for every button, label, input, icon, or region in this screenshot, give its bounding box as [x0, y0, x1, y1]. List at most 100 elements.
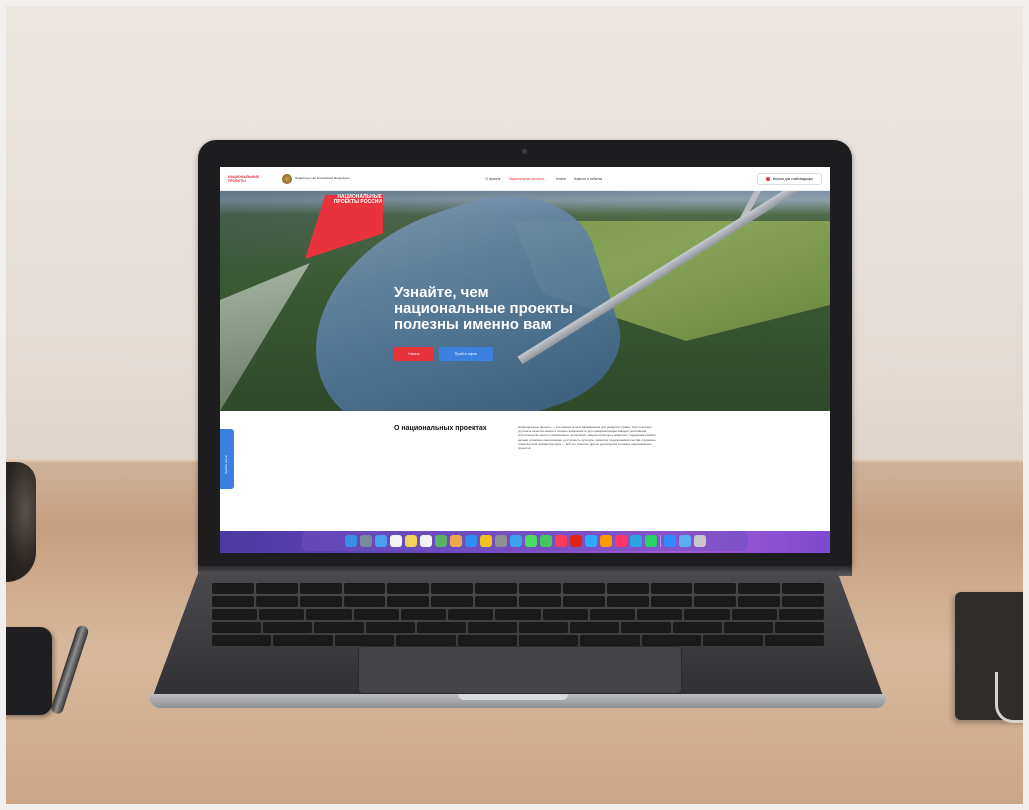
- keyboard-key[interactable]: [782, 596, 825, 607]
- keyboard-key[interactable]: [255, 596, 298, 607]
- keyboard-key[interactable]: [400, 609, 447, 620]
- keyboard-key[interactable]: [684, 609, 730, 620]
- keyboard-key[interactable]: [306, 609, 352, 620]
- keyboard-key[interactable]: [343, 596, 386, 607]
- keyboard-key[interactable]: [334, 635, 395, 646]
- maps-icon[interactable]: [434, 535, 447, 547]
- keyboard-key[interactable]: [519, 583, 561, 594]
- keyboard-key[interactable]: [212, 596, 254, 607]
- reminders-icon[interactable]: [419, 535, 432, 547]
- trackpad[interactable]: [358, 646, 682, 694]
- nav-item-successes[interactable]: Успехи: [556, 177, 566, 181]
- keyboard-key[interactable]: [212, 609, 258, 620]
- keyboard-key[interactable]: [621, 622, 671, 633]
- appstore-icon[interactable]: [464, 535, 477, 547]
- keyboard-key[interactable]: [519, 635, 579, 646]
- keyboard-key[interactable]: [589, 609, 636, 620]
- keyboard-key[interactable]: [606, 596, 649, 607]
- keyboard-key[interactable]: [778, 609, 825, 620]
- keyboard-key[interactable]: [694, 596, 737, 607]
- acrobat-icon[interactable]: [569, 535, 582, 547]
- keyboard-key[interactable]: [259, 609, 305, 620]
- keyboard-key[interactable]: [365, 622, 415, 633]
- telegram-icon[interactable]: [629, 535, 642, 547]
- survey-side-tab[interactable]: Пройти опрос: [220, 429, 234, 489]
- indesign-icon[interactable]: [614, 535, 627, 547]
- accessibility-button[interactable]: Версия для слабовидящих: [757, 172, 822, 185]
- facetime-icon[interactable]: [539, 535, 552, 547]
- keyboard-key[interactable]: [467, 622, 518, 633]
- launchpad-icon[interactable]: [359, 535, 372, 547]
- keyboard-key[interactable]: [255, 583, 298, 594]
- keyboard-key[interactable]: [212, 583, 254, 594]
- keyboard-key[interactable]: [580, 635, 640, 646]
- keyboard-key[interactable]: [448, 609, 494, 620]
- zoom-icon[interactable]: [663, 535, 676, 547]
- nav-item-national-projects[interactable]: Национальные проекты ⌄: [509, 177, 548, 181]
- keyboard-key[interactable]: [263, 622, 313, 633]
- keyboard-key[interactable]: [606, 583, 649, 594]
- keyboard-key[interactable]: [387, 583, 430, 594]
- keyboard-key[interactable]: [387, 596, 430, 607]
- keyboard-key[interactable]: [299, 596, 342, 607]
- photoshop-icon[interactable]: [584, 535, 597, 547]
- folder-icon[interactable]: [678, 535, 691, 547]
- keyboard-key[interactable]: [672, 622, 722, 633]
- start-button[interactable]: Начать: [394, 347, 434, 361]
- mail-icon[interactable]: [374, 535, 387, 547]
- keyboard-key[interactable]: [519, 622, 569, 633]
- keyboard-key[interactable]: [475, 583, 518, 594]
- keyboard-key[interactable]: [457, 635, 518, 646]
- keyboard-key[interactable]: [299, 583, 342, 594]
- keyboard-key[interactable]: [212, 635, 272, 646]
- music-icon[interactable]: [554, 535, 567, 547]
- national-projects-logo[interactable]: НАЦИОНАЛЬНЫЕ ПРОЕКТЫ: [228, 172, 276, 186]
- keyboard-key[interactable]: [562, 596, 605, 607]
- calendar-icon[interactable]: [389, 535, 402, 547]
- keyboard-key[interactable]: [431, 583, 474, 594]
- keyboard-key[interactable]: [396, 635, 456, 646]
- keyboard-key[interactable]: [495, 609, 541, 620]
- illustrator-icon[interactable]: [599, 535, 612, 547]
- keyboard-key[interactable]: [519, 596, 561, 607]
- keyboard-key[interactable]: [273, 635, 333, 646]
- keyboard-key[interactable]: [738, 596, 781, 607]
- keyboard-key[interactable]: [353, 609, 399, 620]
- keyboard-key[interactable]: [731, 609, 777, 620]
- keyboard-key[interactable]: [475, 596, 518, 607]
- survey-button[interactable]: Пройти опрос: [439, 347, 493, 361]
- keyboard-key[interactable]: [641, 635, 702, 646]
- keyboard-key[interactable]: [431, 596, 474, 607]
- photos-icon[interactable]: [449, 535, 462, 547]
- keyboard-key[interactable]: [782, 583, 825, 594]
- keyboard-key[interactable]: [694, 583, 737, 594]
- keyboard-key[interactable]: [723, 622, 773, 633]
- keyboard-key[interactable]: [764, 635, 825, 646]
- settings-icon[interactable]: [494, 535, 507, 547]
- laptop-lid: НАЦИОНАЛЬНЫЕ ПРОЕКТЫ Правительство Росси…: [198, 140, 852, 568]
- keyboard-key[interactable]: [343, 583, 386, 594]
- keyboard-key[interactable]: [650, 583, 693, 594]
- finder-icon[interactable]: [344, 535, 357, 547]
- keyboard-key[interactable]: [212, 622, 262, 633]
- government-logo[interactable]: Правительство Российской Федерации: [282, 173, 350, 184]
- keyboard-key[interactable]: [703, 635, 763, 646]
- keyboard-key[interactable]: [650, 596, 693, 607]
- keyboard-key[interactable]: [562, 583, 605, 594]
- safari-icon[interactable]: [509, 535, 522, 547]
- keyboard-key[interactable]: [542, 609, 588, 620]
- messages-icon[interactable]: [524, 535, 537, 547]
- notes-icon[interactable]: [404, 535, 417, 547]
- keyboard-row: [212, 622, 825, 633]
- trash-icon[interactable]: [693, 535, 706, 547]
- keyboard-key[interactable]: [637, 609, 683, 620]
- keyboard-key[interactable]: [314, 622, 364, 633]
- whatsapp-icon[interactable]: [644, 535, 657, 547]
- keyboard-key[interactable]: [774, 622, 825, 633]
- chrome-icon[interactable]: [479, 535, 492, 547]
- keyboard-key[interactable]: [416, 622, 466, 633]
- keyboard-key[interactable]: [570, 622, 620, 633]
- nav-item-about[interactable]: О проекте: [486, 177, 501, 181]
- nav-item-news[interactable]: Новости и события: [574, 177, 602, 181]
- keyboard-key[interactable]: [738, 583, 781, 594]
